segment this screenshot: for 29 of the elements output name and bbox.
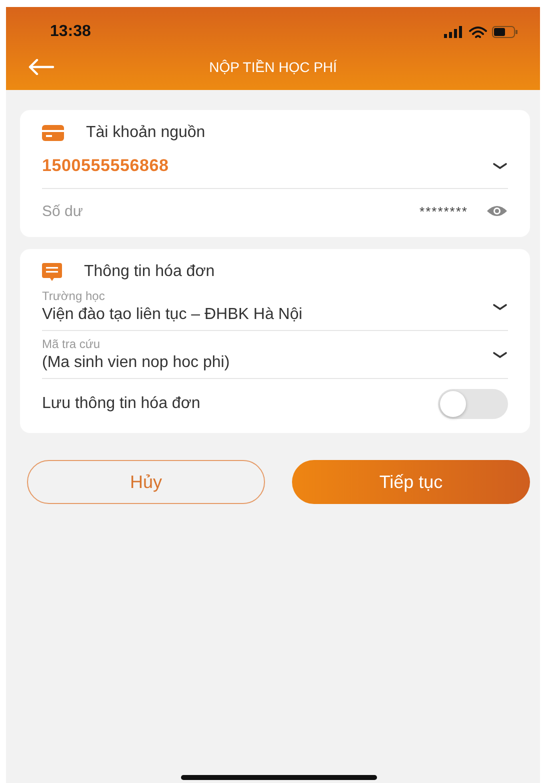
section-title: Tài khoản nguồn — [86, 124, 206, 142]
status-time: 13:38 — [50, 23, 91, 41]
balance-value: ******** — [420, 204, 468, 218]
dropdown-field[interactable]: Mã tra cứu (Ma sinh vien nop hoc phi) — [42, 331, 508, 379]
battery-icon — [492, 26, 518, 38]
field-label: Mã tra cứu — [42, 337, 102, 351]
toggle-switch[interactable] — [438, 389, 508, 419]
account-number: 1500555556868 — [42, 156, 169, 176]
receipt-icon — [42, 263, 62, 281]
balance-label: Số dư — [42, 202, 83, 220]
field-value: Viện đào tạo liên tục – ĐHBK Hà Nội — [42, 306, 302, 324]
save-label: Lưu thông tin hóa đơn — [42, 395, 200, 413]
eye-icon — [486, 204, 508, 218]
section-title: Thông tin hóa đơn — [84, 263, 215, 281]
dropdown-field[interactable]: Trường học Viện đào tạo liên tục – ĐHBK Hà Nội — [42, 283, 508, 331]
signal-icon — [444, 26, 464, 38]
card-icon — [42, 125, 64, 141]
continue-button[interactable]: Tiếp tục — [292, 460, 530, 504]
chevron-down-icon — [492, 302, 508, 310]
chevron-down-icon — [492, 350, 508, 358]
screen-title: NỘP TIỀN HỌC PHÍ — [208, 59, 338, 75]
back-arrow-icon — [28, 59, 54, 75]
field-value: (Ma sinh vien nop hoc phi) — [42, 354, 230, 372]
chevron-down-icon — [492, 162, 508, 170]
cancel-button[interactable]: Hủy — [27, 460, 265, 504]
field-label: Trường học — [42, 289, 106, 303]
wifi-icon — [469, 26, 487, 38]
account-dropdown[interactable]: 1500555556868 — [42, 144, 508, 189]
back-button[interactable] — [28, 59, 54, 75]
